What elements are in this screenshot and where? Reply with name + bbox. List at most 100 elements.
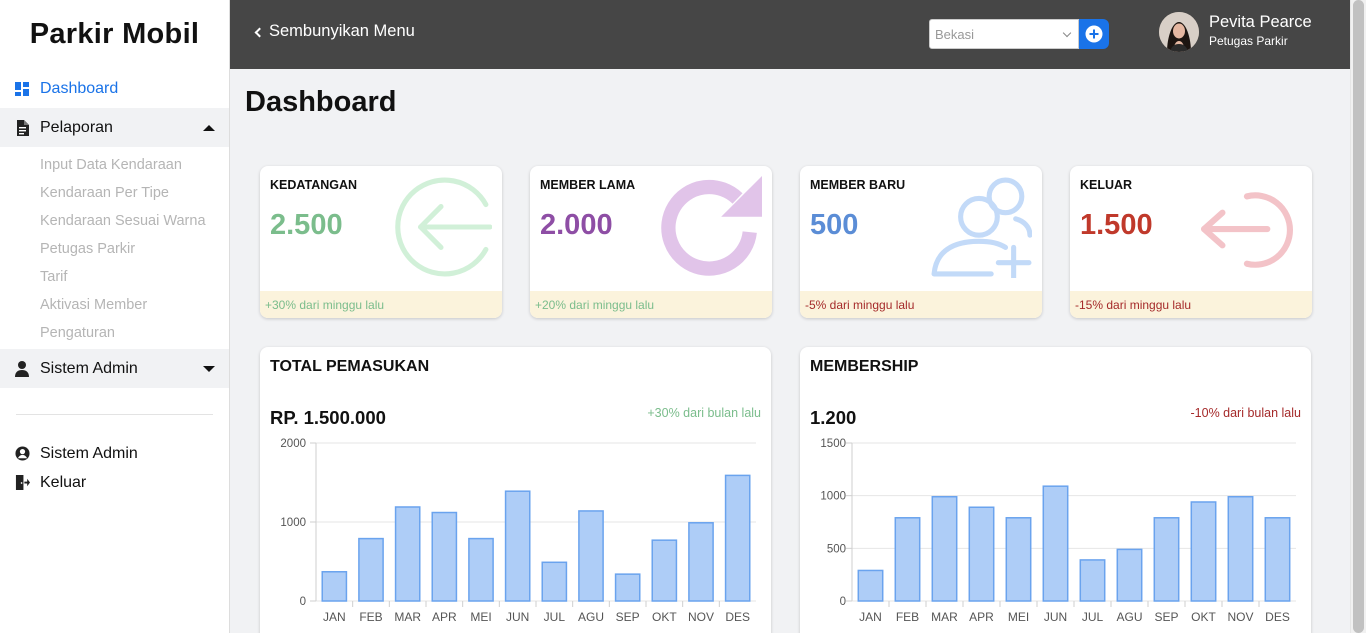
y-tick-label: 1500 bbox=[820, 438, 846, 450]
user-name: Pevita Pearce bbox=[1209, 13, 1312, 31]
sidebar-item-dashboard[interactable]: Dashboard bbox=[0, 69, 229, 108]
hide-menu-toggle[interactable]: Sembunyikan Menu bbox=[254, 22, 415, 41]
bar-jun bbox=[504, 490, 531, 602]
plus-circle-icon bbox=[1085, 25, 1103, 43]
page-title: Dashboard bbox=[245, 86, 397, 118]
submenu-item-pengaturan[interactable]: Pengaturan bbox=[0, 319, 229, 347]
user-plus-icon bbox=[931, 177, 1032, 278]
stat-card-member-lama: MEMBER LAMA 2.000 +20% dari minggu lalu bbox=[530, 166, 772, 318]
x-tick-label: APR bbox=[969, 610, 994, 624]
sidebar-item-label: Sistem Admin bbox=[40, 444, 138, 462]
page-scrollbar[interactable] bbox=[1350, 0, 1366, 633]
caret-down-icon bbox=[203, 365, 215, 372]
y-tick-label: 500 bbox=[827, 543, 846, 555]
x-tick-label: OKT bbox=[652, 610, 677, 624]
top-header: Sembunyikan Menu Bekasi Pevita Pearce Pe… bbox=[230, 0, 1350, 69]
x-tick-label: DES bbox=[725, 610, 750, 624]
x-tick-label: NOV bbox=[688, 610, 714, 624]
hide-menu-label: Sembunyikan Menu bbox=[269, 22, 415, 40]
bar-jul bbox=[1079, 559, 1106, 602]
bar-agu bbox=[1116, 548, 1143, 602]
x-tick-label: JUL bbox=[544, 610, 566, 624]
bar-jul bbox=[541, 561, 568, 602]
app-brand: Parkir Mobil bbox=[29, 18, 200, 50]
sidebar-bottom-sistem-admin[interactable]: Sistem Admin bbox=[0, 439, 229, 468]
revenue-bar-chart: 0 1000 2000 JAN FEB MAR APR MEI JUN JUL AGU SEP OKT N… bbox=[280, 438, 756, 624]
stat-label: KEDATANGAN bbox=[270, 178, 358, 192]
chart-card-membership: MEMBERSHIP 1.200 -10% dari bulan lalu 05… bbox=[800, 347, 1311, 633]
x-tick-label: MEI bbox=[1008, 610, 1029, 624]
scrollbar-thumb[interactable] bbox=[1353, 0, 1364, 633]
sidebar: Parkir Mobil Dashboard Pelaporan Input D… bbox=[0, 0, 230, 633]
user-role: Petugas Parkir bbox=[1209, 34, 1288, 48]
bar-mei bbox=[468, 537, 494, 602]
bar-jan bbox=[321, 571, 348, 602]
x-tick-label: APR bbox=[432, 610, 457, 624]
y-tick-label: 0 bbox=[300, 596, 306, 608]
x-tick-label: MAR bbox=[394, 610, 421, 624]
chevron-down-icon bbox=[1062, 28, 1072, 38]
chevron-left-icon bbox=[254, 27, 265, 37]
x-tick-label: MAR bbox=[931, 610, 958, 624]
x-tick-label: JUN bbox=[1044, 610, 1067, 624]
x-tick-label: MEI bbox=[470, 610, 491, 624]
city-select-value: Bekasi bbox=[935, 26, 975, 42]
document-icon bbox=[14, 119, 30, 136]
city-select[interactable]: Bekasi bbox=[929, 19, 1079, 49]
submenu-item-kendaraan-per-tipe[interactable]: Kendaraan Per Tipe bbox=[0, 179, 229, 207]
dashboard-icon bbox=[14, 81, 30, 97]
pelaporan-submenu: Input Data Kendaraan Kendaraan Per Tipe … bbox=[0, 147, 229, 349]
bar-des bbox=[1264, 517, 1291, 602]
stat-value: 2.000 bbox=[540, 209, 613, 241]
stat-value: 2.500 bbox=[270, 209, 343, 241]
bar-des bbox=[724, 474, 751, 602]
submenu-item-aktivasi-member[interactable]: Aktivasi Member bbox=[0, 291, 229, 319]
x-tick-label: JUN bbox=[506, 610, 529, 624]
y-tick-label: 1000 bbox=[820, 491, 846, 503]
x-tick-label: NOV bbox=[1227, 610, 1253, 624]
bar-jun bbox=[1042, 485, 1069, 602]
submenu-item-kendaraan-sesuai-warna[interactable]: Kendaraan Sesuai Warna bbox=[0, 207, 229, 235]
bar-okt bbox=[1190, 501, 1217, 602]
bar-apr bbox=[968, 506, 995, 602]
y-tick-label: 1000 bbox=[280, 517, 306, 529]
stat-value: 500 bbox=[810, 209, 859, 241]
user-circle-icon bbox=[14, 446, 30, 462]
door-exit-icon bbox=[14, 475, 30, 491]
bar-mei bbox=[1005, 517, 1032, 602]
membership-bar-chart: 0 500 1000 1500 JAN FEB MAR APR MEI JUN JUL AGU SEP O… bbox=[820, 438, 1296, 624]
stat-label: MEMBER LAMA bbox=[540, 178, 636, 192]
bar-feb bbox=[894, 517, 921, 602]
avatar[interactable] bbox=[1159, 12, 1199, 52]
stat-change: +20% dari minggu lalu bbox=[530, 291, 772, 318]
bar-mar bbox=[931, 495, 958, 602]
arrow-left-circle-icon bbox=[395, 177, 492, 277]
sidebar-bottom-keluar[interactable]: Keluar bbox=[0, 468, 229, 497]
x-tick-label: AGU bbox=[1116, 610, 1142, 624]
submenu-item-tarif[interactable]: Tarif bbox=[0, 263, 229, 291]
stat-label: KELUAR bbox=[1080, 178, 1133, 192]
x-tick-label: OKT bbox=[1191, 610, 1216, 624]
sidebar-item-pelaporan[interactable]: Pelaporan bbox=[0, 108, 229, 147]
add-location-button[interactable] bbox=[1079, 19, 1109, 49]
x-tick-label: AGU bbox=[578, 610, 604, 624]
bar-okt bbox=[651, 539, 678, 602]
x-tick-label: DES bbox=[1265, 610, 1290, 624]
stat-card-member-baru: MEMBER BARU 500 -5% dari minggu lalu bbox=[800, 166, 1042, 318]
stat-card-keluar: KELUAR 1.500 -15% dari minggu lalu bbox=[1070, 166, 1312, 318]
y-tick-label: 2000 bbox=[280, 438, 306, 450]
sidebar-divider bbox=[16, 414, 213, 415]
refresh-icon bbox=[661, 176, 762, 276]
stat-change: +30% dari minggu lalu bbox=[260, 291, 502, 318]
x-tick-label: FEB bbox=[896, 610, 919, 624]
sidebar-item-sistem-admin[interactable]: Sistem Admin bbox=[0, 349, 229, 388]
x-tick-label: FEB bbox=[359, 610, 382, 624]
x-tick-label: SEP bbox=[616, 610, 640, 624]
sidebar-item-label: Sistem Admin bbox=[40, 359, 138, 377]
sidebar-item-label: Keluar bbox=[40, 473, 87, 491]
stat-label: MEMBER BARU bbox=[810, 178, 906, 192]
submenu-item-input-data-kendaraan[interactable]: Input Data Kendaraan bbox=[0, 151, 229, 179]
sidebar-item-label: Dashboard bbox=[40, 79, 119, 97]
submenu-item-petugas-parkir[interactable]: Petugas Parkir bbox=[0, 235, 229, 263]
stat-change: -15% dari minggu lalu bbox=[1070, 291, 1312, 318]
